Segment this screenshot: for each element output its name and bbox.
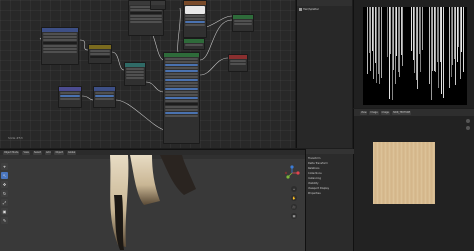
- hair-strand: [380, 7, 382, 78]
- rotate-tool-icon[interactable]: ↻: [1, 190, 8, 197]
- select-tool-icon[interactable]: ↖: [1, 172, 8, 179]
- mode-dropdown[interactable]: Object Mode: [3, 150, 20, 155]
- image-name-field[interactable]: HAIR_TEXTURE: [391, 110, 412, 115]
- properties-panel[interactable]: Transform Delta Transform Relations Coll…: [305, 149, 354, 251]
- grid-view-icon[interactable]: ▦: [291, 213, 297, 219]
- node-separate[interactable]: [58, 86, 82, 108]
- object-menu[interactable]: Object: [54, 150, 64, 155]
- node-math[interactable]: [88, 44, 112, 64]
- scale-tool-icon[interactable]: ⤢: [1, 199, 8, 206]
- move-tool-icon[interactable]: ✥: [1, 181, 8, 188]
- panel-instancing[interactable]: Instancing: [308, 177, 321, 180]
- outliner-item-label: Hair/Splatter: [303, 8, 319, 11]
- panel-viewport-display[interactable]: Viewport Display: [308, 187, 329, 190]
- panel-transform[interactable]: Transform: [308, 157, 320, 160]
- image-menu-2[interactable]: Image: [380, 110, 390, 115]
- panel-custom-properties[interactable]: Properties: [308, 192, 321, 195]
- node-mapping[interactable]: [41, 27, 79, 65]
- panel-relations[interactable]: Relations: [308, 167, 319, 170]
- panel-collections[interactable]: Collections: [308, 172, 322, 175]
- camera-icon[interactable]: 🎥: [291, 204, 297, 210]
- node-mix[interactable]: [183, 38, 205, 50]
- transform-orientation[interactable]: Global: [66, 150, 77, 155]
- zoom-icon[interactable]: +: [291, 186, 297, 192]
- image-editor-header: View Image Image HAIR_TEXTURE: [354, 109, 474, 116]
- hair-strand: [421, 7, 423, 50]
- node-vector[interactable]: [93, 86, 116, 108]
- node-material-output[interactable]: [232, 14, 254, 32]
- pan-hand-icon[interactable]: ✋: [291, 195, 297, 201]
- view-menu[interactable]: View: [360, 110, 368, 115]
- node-editor[interactable]: Slide #53: [0, 0, 295, 148]
- image-side-controls: [466, 119, 470, 130]
- node-editor-status: Slide #53: [8, 136, 23, 140]
- 3d-viewport[interactable]: Object Mode View Select Add Object Globa…: [0, 149, 305, 251]
- node-output-red[interactable]: [228, 54, 248, 72]
- outliner-item[interactable]: Hair/Splatter: [299, 8, 319, 11]
- image-editor-top[interactable]: [353, 0, 474, 108]
- collection-icon: [299, 8, 302, 11]
- panel-visibility[interactable]: Visibility: [308, 182, 318, 185]
- hair-alpha-texture: [363, 7, 467, 105]
- node-small-top[interactable]: [150, 0, 166, 10]
- hair-strand: [402, 7, 403, 67]
- hair-strand: [442, 7, 444, 98]
- navigation-gizmo[interactable]: [283, 164, 301, 182]
- pan-icon[interactable]: [466, 126, 470, 130]
- node-image-texture[interactable]: [183, 0, 207, 38]
- properties-header: [306, 149, 354, 154]
- outliner-header: [297, 0, 352, 6]
- node-principled-bsdf[interactable]: [163, 52, 200, 144]
- image-menu[interactable]: Image: [369, 110, 379, 115]
- add-menu[interactable]: Add: [45, 150, 52, 155]
- node-color-ramp[interactable]: [124, 62, 146, 86]
- view-menu[interactable]: View: [22, 150, 30, 155]
- zoom-icon[interactable]: [466, 119, 470, 123]
- hair-mesh: [110, 155, 196, 250]
- wood-texture-image: [373, 142, 435, 204]
- transform-tool-icon[interactable]: ▣: [1, 208, 8, 215]
- viewport-nav-buttons: + ✋ 🎥 ▦: [291, 186, 297, 219]
- annotate-tool-icon[interactable]: ✎: [1, 217, 8, 224]
- cursor-tool-icon[interactable]: ⌖: [1, 163, 8, 170]
- panel-delta-transform[interactable]: Delta Transform: [308, 162, 328, 165]
- outliner-panel[interactable]: Hair/Splatter: [296, 0, 352, 148]
- hair-strand: [462, 7, 464, 73]
- tool-shelf: ⌖ ↖ ✥ ↻ ⤢ ▣ ✎: [1, 163, 10, 224]
- image-editor-bottom[interactable]: View Image Image HAIR_TEXTURE: [353, 109, 474, 251]
- select-menu[interactable]: Select: [32, 150, 43, 155]
